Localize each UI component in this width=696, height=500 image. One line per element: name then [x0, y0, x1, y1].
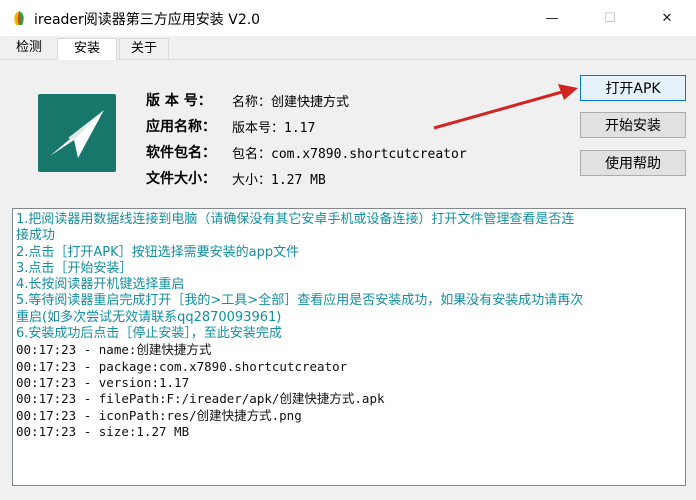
annotation-arrow-icon: [433, 84, 578, 130]
instruction-line: 3.点击［开始安装］: [16, 260, 133, 276]
instruction-line: 5.等待阅读器重启完成打开［我的>工具>全部］查看应用是否安装成功，如果没有安装…: [16, 293, 584, 309]
start-install-button[interactable]: 开始安装: [580, 112, 686, 138]
log-entry: 00:17:23 - size:1.27 MB: [16, 423, 190, 439]
tab-about[interactable]: 关于: [119, 38, 169, 60]
apk-icon: [38, 94, 116, 172]
log-entry: 00:17:23 - package:com.x7890.shortcutcre…: [16, 358, 348, 374]
window-title: ireader阅读器第三方应用安装 V2.0: [34, 12, 261, 28]
log-entry: 00:17:23 - version:1.17: [16, 374, 190, 390]
help-button[interactable]: 使用帮助: [580, 150, 686, 176]
instruction-line: 6.安装成功后点击［停止安装］，至此安装完成: [16, 326, 282, 342]
paper-plane-icon: [50, 110, 104, 158]
tab-install[interactable]: 安装: [57, 38, 117, 61]
info-value-version: 名称：创建快捷方式: [232, 95, 350, 110]
tab-detect[interactable]: 检测: [3, 38, 55, 60]
instruction-line: 重启(如多次尝试无效请联系qq2870093961): [16, 309, 282, 325]
info-label-app-name: 应用名称：: [146, 119, 216, 135]
minimize-icon: —: [545, 10, 559, 26]
app-logo-icon: [14, 11, 24, 25]
log-textarea[interactable]: 1.把阅读器用数据线连接到电脑（请确保没有其它安卓手机或设备连接）打开文件管理查…: [12, 208, 686, 486]
log-entry: 00:17:23 - filePath:F:/ireader/apk/创建快捷方…: [16, 391, 385, 407]
instruction-line: 接成功: [16, 228, 56, 244]
maximize-icon: ☐: [604, 10, 616, 26]
title-bar: ireader阅读器第三方应用安装 V2.0 — ☐ ✕: [0, 0, 696, 36]
close-icon: ✕: [661, 10, 673, 26]
close-button[interactable]: ✕: [638, 0, 696, 36]
instruction-line: 1.把阅读器用数据线连接到电脑（请确保没有其它安卓手机或设备连接）打开文件管理查…: [16, 212, 575, 227]
log-entry: 00:17:23 - iconPath:res/创建快捷方式.png: [16, 407, 302, 423]
info-value-size: 大小：1.27 MB: [232, 173, 326, 188]
info-label-version: 版 本 号：: [146, 93, 212, 109]
open-apk-button[interactable]: 打开APK: [580, 75, 686, 101]
info-value-app-name: 版本号：1.17: [232, 121, 316, 136]
info-label-size: 文件大小：: [146, 171, 216, 187]
instruction-line: 4.长按阅读器开机键选择重启: [16, 277, 185, 293]
log-entry: 00:17:23 - name:创建快捷方式: [16, 342, 212, 358]
tab-bar: 检测 安装 关于: [0, 36, 696, 61]
instruction-line: 2.点击［打开APK］按钮选择需要安装的app文件: [16, 244, 300, 260]
info-label-package: 软件包名：: [146, 145, 216, 161]
minimize-button[interactable]: —: [523, 0, 581, 36]
info-value-package: 包名：com.x7890.shortcutcreator: [232, 147, 467, 162]
maximize-button[interactable]: ☐: [581, 0, 639, 36]
